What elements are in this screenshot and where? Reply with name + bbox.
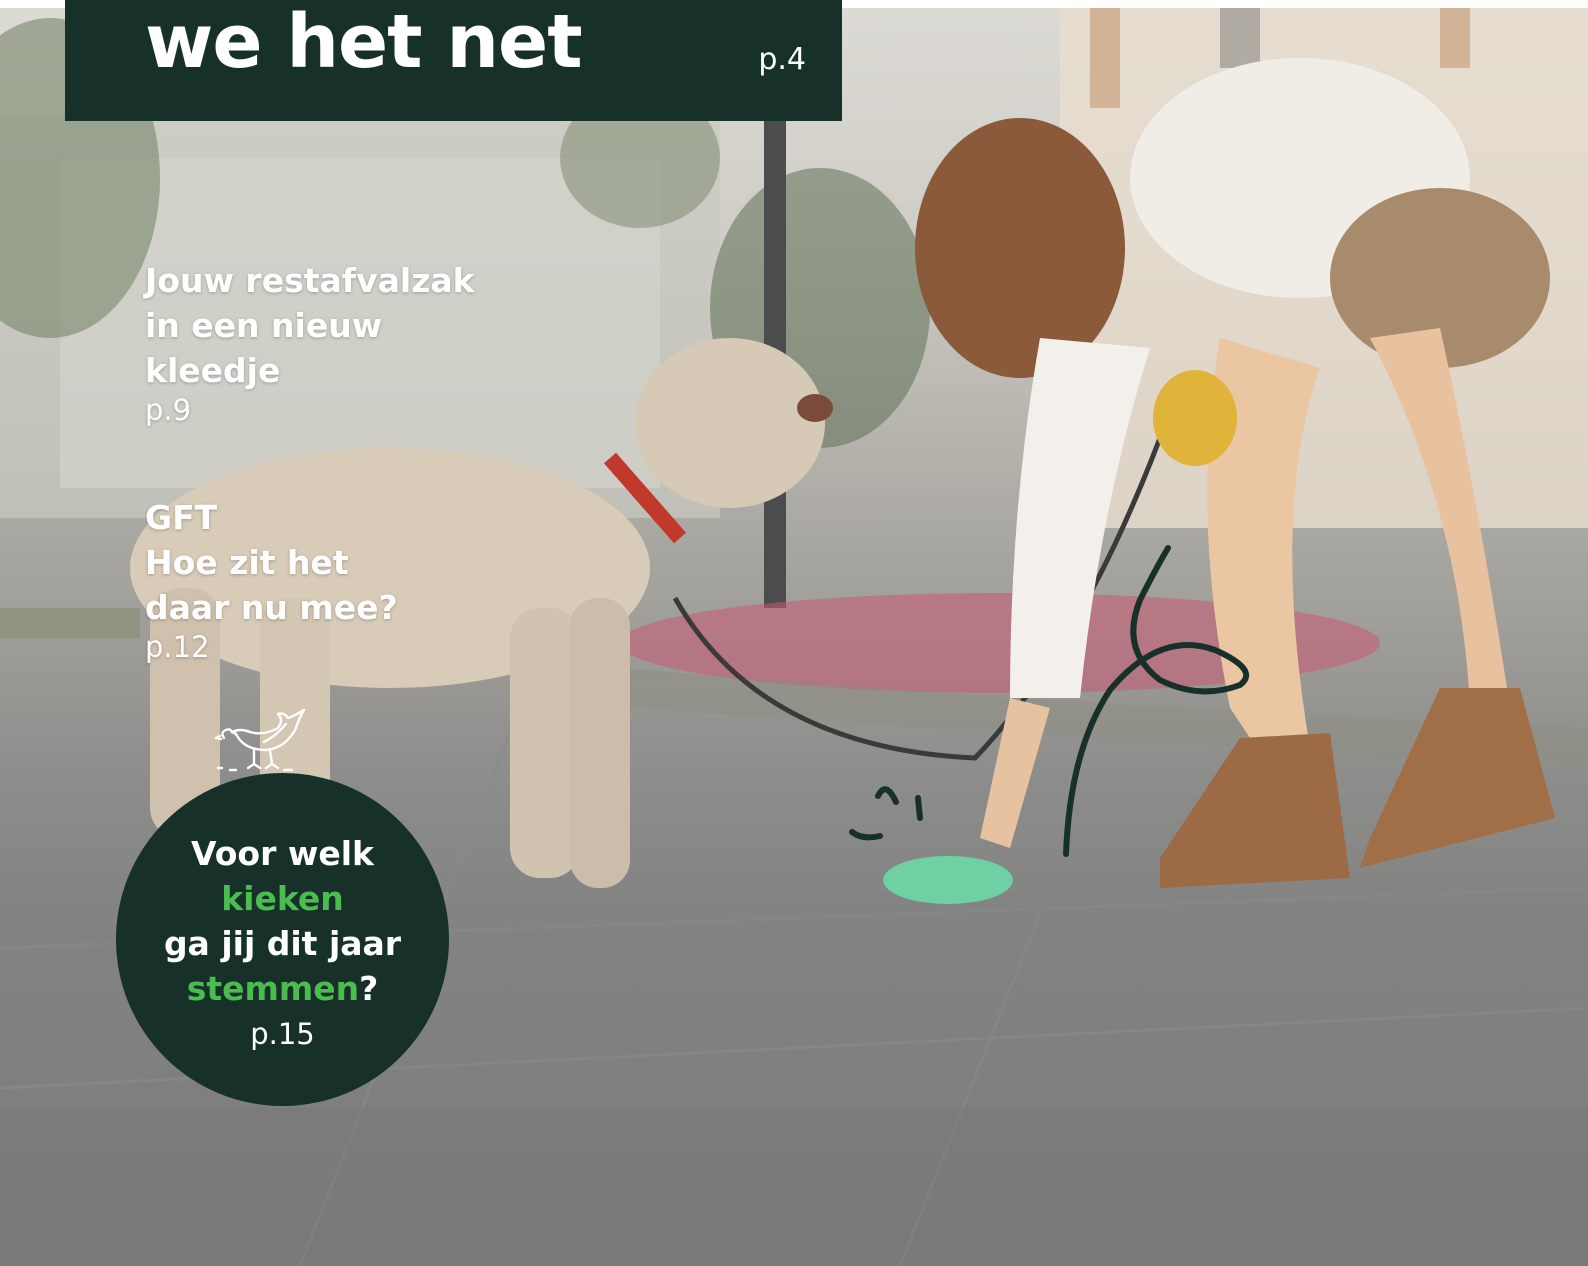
teaser-page-number: p.9 bbox=[145, 393, 192, 427]
headline-bar: we het net p.4 bbox=[65, 0, 842, 121]
swoosh-doodle-icon bbox=[849, 545, 1249, 857]
badge-line-2: kieken bbox=[221, 879, 344, 918]
badge-text: Voor welk kieken ga jij dit jaar stemmen… bbox=[116, 831, 449, 1011]
teaser-gft[interactable]: GFT Hoe zit het daar nu mee? p.12 bbox=[145, 495, 398, 664]
badge-line-4-green: stemmen bbox=[186, 969, 360, 1008]
badge-line-3: ga jij dit jaar bbox=[163, 924, 402, 963]
teaser-page-number: p.12 bbox=[145, 630, 210, 664]
headline-page-number: p.4 bbox=[758, 42, 806, 77]
teaser-restafvalzak[interactable]: Jouw restafvalzak in een nieuw kleedje p… bbox=[145, 258, 475, 427]
badge-page-number: p.15 bbox=[250, 1017, 315, 1051]
chicken-icon bbox=[214, 708, 306, 772]
headline-title: we het net bbox=[145, 0, 583, 85]
badge-line-4-tail: ? bbox=[359, 969, 379, 1008]
badge-line-1: Voor welk bbox=[191, 834, 374, 873]
badge-line-4: stemmen? bbox=[116, 966, 449, 1011]
teaser-title: Jouw restafvalzak in een nieuw kleedje bbox=[145, 261, 475, 390]
vote-badge[interactable]: Voor welk kieken ga jij dit jaar stemmen… bbox=[116, 773, 449, 1106]
teaser-title: GFT Hoe zit het daar nu mee? bbox=[145, 498, 398, 627]
